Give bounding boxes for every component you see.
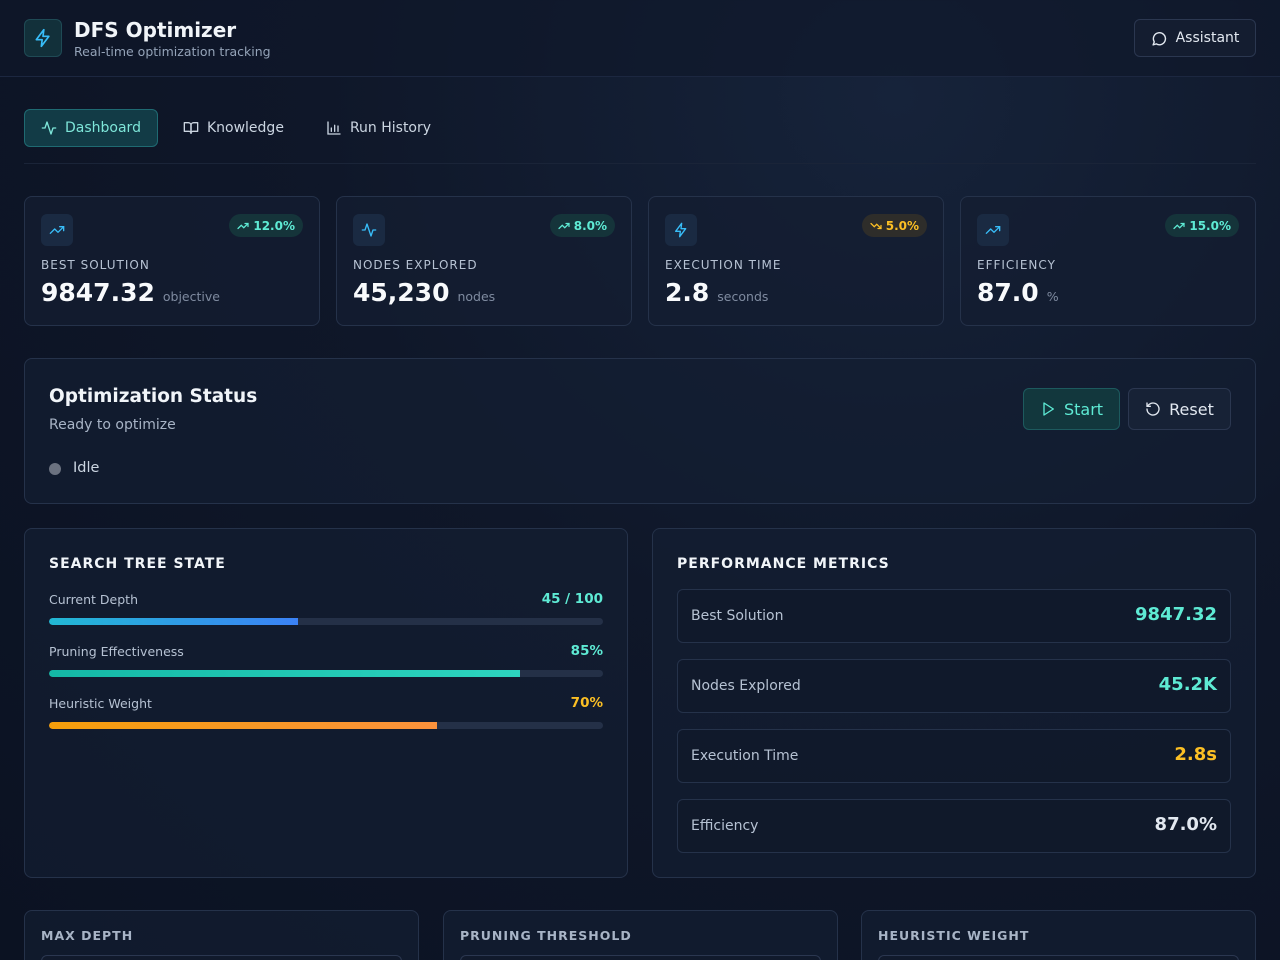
book-open-icon	[183, 120, 199, 136]
tab-label: Knowledge	[206, 120, 284, 136]
message-circle-icon	[1151, 30, 1168, 47]
tab-knowledge[interactable]: Knowledge	[166, 109, 301, 147]
bar-value: 70%	[570, 695, 603, 711]
assistant-label: Assistant	[1175, 30, 1240, 46]
optimization-status-panel: Optimization Status Ready to optimize Id…	[24, 358, 1256, 504]
zap-icon	[33, 28, 53, 48]
param-card-pruning-threshold: PRUNING THRESHOLD	[443, 910, 838, 960]
stat-unit: seconds	[717, 289, 769, 304]
activity-icon	[353, 214, 385, 246]
progress-fill	[49, 670, 520, 677]
stat-card-best-solution: 12.0% BEST SOLUTION 9847.32 objective	[24, 196, 320, 326]
progress-track	[49, 670, 603, 677]
metric-row-nodes-explored: Nodes Explored 45.2K	[677, 659, 1231, 713]
badge-value: 12.0%	[253, 218, 295, 233]
heuristic-weight-input[interactable]	[878, 955, 1239, 960]
badge-value: 8.0%	[573, 218, 607, 233]
stat-unit: objective	[162, 289, 220, 304]
stat-value: 87.0	[977, 278, 1039, 307]
stat-label: EFFICIENCY	[977, 258, 1056, 272]
badge-value: 5.0%	[885, 218, 919, 233]
bar-value: 45 / 100	[541, 591, 603, 607]
bar-label: Current Depth	[49, 592, 138, 607]
stat-value: 2.8	[665, 278, 710, 307]
pruning-threshold-input[interactable]	[460, 955, 821, 960]
max-depth-input[interactable]	[41, 955, 402, 960]
metric-row-efficiency: Efficiency 87.0%	[677, 799, 1231, 853]
param-card-heuristic-weight: HEURISTIC WEIGHT	[861, 910, 1256, 960]
app-header: DFS Optimizer Real-time optimization tra…	[0, 0, 1280, 77]
bar-chart-icon	[326, 120, 342, 136]
performance-metrics-panel: PERFORMANCE METRICS Best Solution 9847.3…	[652, 528, 1256, 878]
status-indicator	[49, 463, 61, 475]
stat-unit: nodes	[457, 289, 496, 304]
metric-label: Nodes Explored	[691, 678, 801, 694]
trending-up-icon	[977, 214, 1009, 246]
status-state: Idle	[73, 460, 100, 476]
badge-value: 15.0%	[1189, 218, 1231, 233]
trend-badge: 12.0%	[229, 214, 303, 237]
logo	[24, 19, 62, 57]
trend-badge: 5.0%	[861, 214, 927, 237]
zap-icon	[665, 214, 697, 246]
metric-label: Execution Time	[691, 748, 799, 764]
param-card-max-depth: MAX DEPTH	[24, 910, 419, 960]
panel-title: PERFORMANCE METRICS	[677, 556, 890, 572]
reset-button[interactable]: Reset	[1128, 388, 1231, 430]
param-title: PRUNING THRESHOLD	[460, 928, 632, 943]
bar-label: Heuristic Weight	[49, 696, 152, 711]
metric-value: 2.8s	[1174, 744, 1217, 765]
metric-label: Best Solution	[691, 608, 784, 624]
stat-value: 45,230	[353, 278, 450, 307]
stat-label: EXECUTION TIME	[665, 258, 782, 272]
assistant-button[interactable]: Assistant	[1134, 19, 1256, 57]
status-subtitle: Ready to optimize	[49, 417, 176, 433]
progress-fill	[49, 618, 299, 625]
tab-bar: Dashboard Knowledge Run History	[24, 109, 448, 147]
metric-value: 87.0%	[1154, 814, 1217, 835]
app-title: DFS Optimizer	[74, 18, 237, 42]
metric-value: 45.2K	[1158, 674, 1217, 695]
divider	[24, 163, 1256, 164]
app-subtitle: Real-time optimization tracking	[74, 44, 271, 59]
progress-track	[49, 618, 603, 625]
trend-badge: 15.0%	[1165, 214, 1239, 237]
stat-value: 9847.32	[41, 278, 155, 307]
panel-title: SEARCH TREE STATE	[49, 556, 226, 572]
tab-label: Run History	[349, 120, 432, 136]
tab-dashboard[interactable]: Dashboard	[24, 109, 158, 147]
progress-fill	[49, 722, 437, 729]
tab-label: Dashboard	[65, 120, 141, 136]
bar-label: Pruning Effectiveness	[49, 644, 184, 659]
stat-card-execution-time: 5.0% EXECUTION TIME 2.8 seconds	[648, 196, 944, 326]
rotate-ccw-icon	[1145, 401, 1161, 417]
start-button[interactable]: Start	[1023, 388, 1120, 430]
tab-run-history[interactable]: Run History	[309, 109, 448, 147]
stat-card-nodes-explored: 8.0% NODES EXPLORED 45,230 nodes	[336, 196, 632, 326]
trending-up-icon	[41, 214, 73, 246]
reset-label: Reset	[1169, 399, 1214, 419]
stat-unit: %	[1046, 289, 1059, 304]
start-label: Start	[1063, 399, 1104, 419]
status-title: Optimization Status	[49, 386, 258, 407]
stat-label: NODES EXPLORED	[353, 258, 478, 272]
param-title: MAX DEPTH	[41, 928, 134, 943]
trend-badge: 8.0%	[549, 214, 615, 237]
progress-track	[49, 722, 603, 729]
stat-label: BEST SOLUTION	[41, 258, 150, 272]
stat-card-efficiency: 15.0% EFFICIENCY 87.0 %	[960, 196, 1256, 326]
activity-icon	[41, 120, 57, 136]
play-icon	[1040, 401, 1056, 417]
metric-label: Efficiency	[691, 818, 759, 834]
metric-row-execution-time: Execution Time 2.8s	[677, 729, 1231, 783]
bar-value: 85%	[570, 643, 603, 659]
search-tree-panel: SEARCH TREE STATE Current Depth 45 / 100…	[24, 528, 628, 878]
metric-value: 9847.32	[1135, 604, 1217, 625]
metric-row-best-solution: Best Solution 9847.32	[677, 589, 1231, 643]
param-title: HEURISTIC WEIGHT	[878, 928, 1030, 943]
